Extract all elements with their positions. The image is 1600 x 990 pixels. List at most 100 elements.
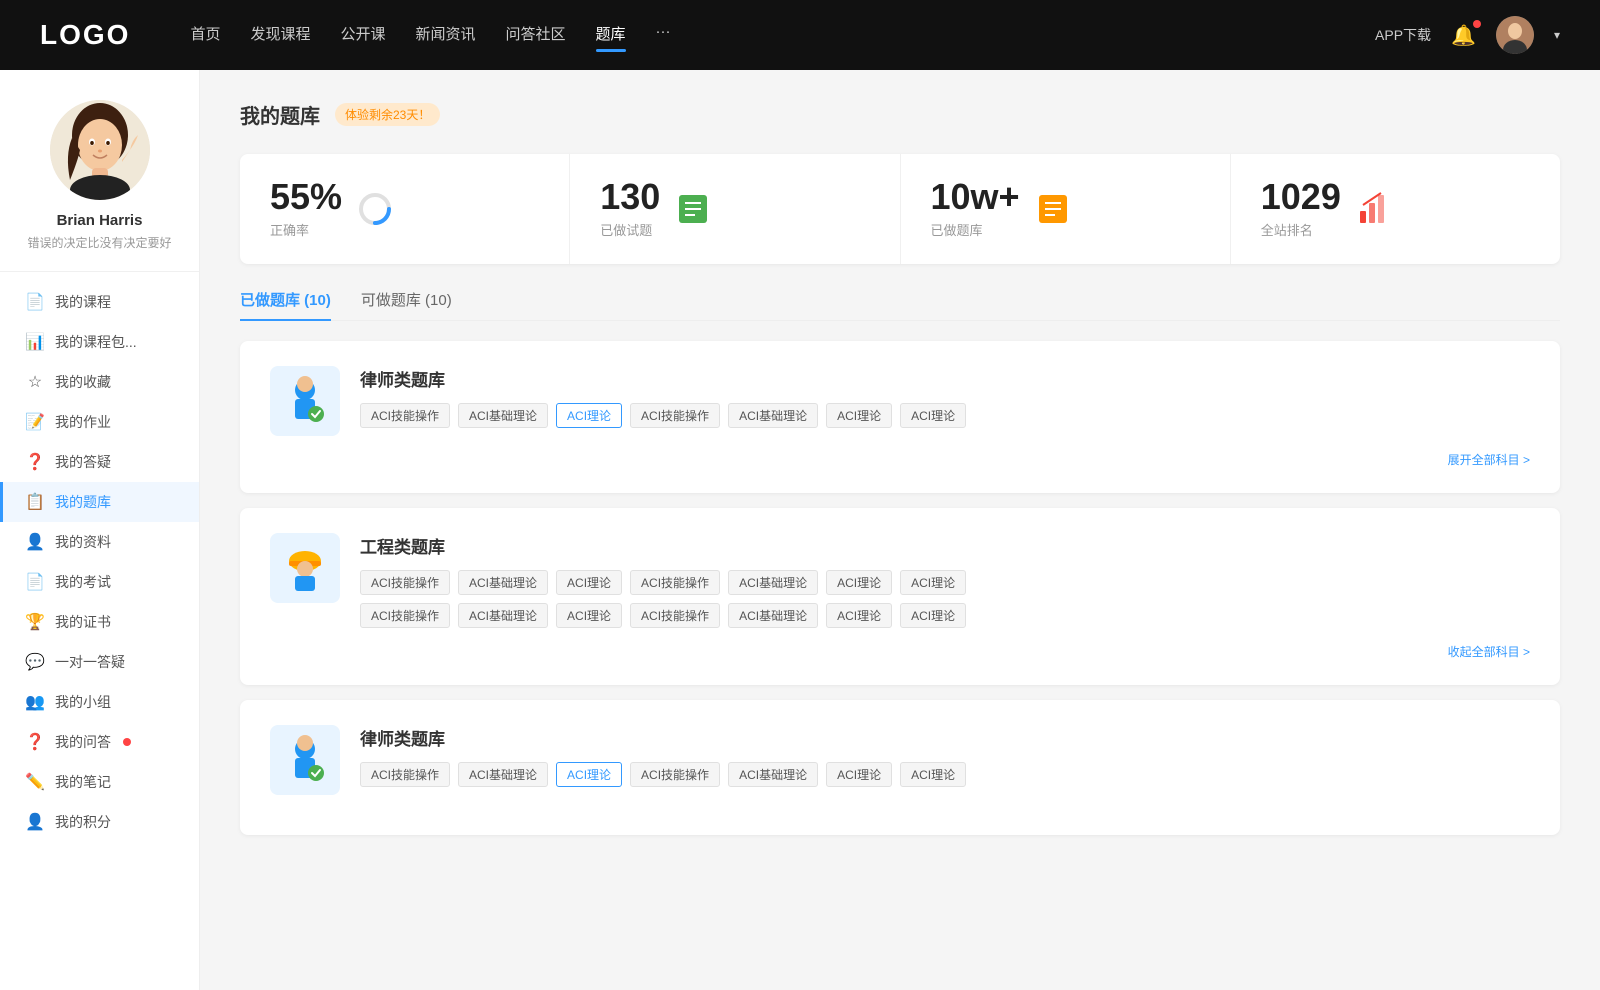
homework-icon: 📝: [25, 412, 45, 432]
page-title: 我的题库: [240, 100, 320, 129]
qb-tag[interactable]: ACI理论: [826, 403, 892, 428]
avatar-dropdown-arrow[interactable]: ▾: [1554, 28, 1560, 42]
qb-card-3: 律师类题库 ACI技能操作 ACI基础理论 ACI理论 ACI技能操作 ACI基…: [240, 700, 1560, 835]
qb-tag-active[interactable]: ACI理论: [556, 403, 622, 428]
qb-tag[interactable]: ACI技能操作: [360, 762, 450, 787]
nav-link-quiz[interactable]: 题库: [596, 23, 626, 48]
nav-logo: LOGO: [40, 19, 130, 51]
qb-tags-2-row1: ACI技能操作 ACI基础理论 ACI理论 ACI技能操作 ACI基础理论 AC…: [360, 570, 1530, 595]
trial-badge: 体验剩余23天！: [335, 103, 440, 126]
sidebar-item-quiz-bank[interactable]: 📋 我的题库: [0, 482, 199, 522]
sidebar-item-notes[interactable]: ✏️ 我的笔记: [0, 762, 199, 802]
qb-tag[interactable]: ACI理论: [900, 762, 966, 787]
page-header: 我的题库 体验剩余23天！: [240, 100, 1560, 129]
collapse-button-2[interactable]: 收起全部科目 >: [270, 643, 1530, 660]
user-avatar[interactable]: [1496, 16, 1534, 54]
sidebar-item-label: 我的考试: [55, 572, 111, 592]
stat-banks-done: 10w+ 已做题库: [901, 154, 1231, 264]
nav-link-news[interactable]: 新闻资讯: [416, 23, 476, 48]
stat-banks-label: 已做题库: [931, 220, 1020, 239]
qb-tag[interactable]: ACI理论: [900, 403, 966, 428]
sidebar-item-label: 我的笔记: [55, 772, 111, 792]
qb-tag[interactable]: ACI技能操作: [630, 762, 720, 787]
qb-name-2: 工程类题库: [360, 533, 1530, 558]
qb-tag[interactable]: ACI理论: [900, 603, 966, 628]
nav-link-more[interactable]: ···: [656, 23, 671, 48]
qb-tag[interactable]: ACI技能操作: [360, 403, 450, 428]
stat-accuracy: 55% 正确率: [240, 154, 570, 264]
course-package-icon: 📊: [25, 332, 45, 352]
bell-icon: 🔔: [1451, 25, 1476, 47]
sidebar-item-group[interactable]: 👥 我的小组: [0, 682, 199, 722]
qb-card-1: 律师类题库 ACI技能操作 ACI基础理论 ACI理论 ACI技能操作 ACI基…: [240, 341, 1560, 493]
qb-tag[interactable]: ACI基础理论: [458, 603, 548, 628]
qa-icon: ❓: [25, 452, 45, 472]
sidebar-item-label: 我的问答: [55, 732, 111, 752]
sidebar-item-profile[interactable]: 👤 我的资料: [0, 522, 199, 562]
qb-tag[interactable]: ACI理论: [826, 603, 892, 628]
nav-link-opencourse[interactable]: 公开课: [340, 23, 385, 48]
sidebar-item-points[interactable]: 👤 我的积分: [0, 802, 199, 842]
sidebar-item-course-package[interactable]: 📊 我的课程包...: [0, 322, 199, 362]
qb-tag[interactable]: ACI技能操作: [630, 403, 720, 428]
points-icon: 👤: [25, 812, 45, 832]
sidebar-avatar: [50, 100, 150, 200]
qb-icon-engineer: [270, 533, 340, 603]
expand-button-1[interactable]: 展开全部科目 >: [270, 451, 1530, 468]
notification-bell[interactable]: 🔔: [1451, 23, 1476, 48]
tutor-icon: 💬: [25, 652, 45, 672]
qb-tag[interactable]: ACI理论: [826, 762, 892, 787]
qb-tag[interactable]: ACI理论: [556, 603, 622, 628]
qb-tag[interactable]: ACI技能操作: [360, 603, 450, 628]
sidebar-username: Brian Harris: [57, 212, 143, 229]
qb-tag[interactable]: ACI基础理论: [728, 762, 818, 787]
sidebar-menu: 📄 我的课程 📊 我的课程包... ☆ 我的收藏 📝 我的作业 ❓ 我的答疑 📋: [0, 282, 199, 842]
qb-tag[interactable]: ACI基础理论: [458, 570, 548, 595]
sidebar-item-my-course[interactable]: 📄 我的课程: [0, 282, 199, 322]
nav-link-discover[interactable]: 发现课程: [250, 23, 310, 48]
qa-notification-dot: [123, 738, 131, 746]
stat-accuracy-label: 正确率: [270, 220, 342, 239]
qb-tag[interactable]: ACI技能操作: [360, 570, 450, 595]
qb-tag[interactable]: ACI基础理论: [728, 403, 818, 428]
stat-questions-value: 130: [600, 179, 660, 215]
qb-tag[interactable]: ACI基础理论: [728, 570, 818, 595]
sidebar-item-qa[interactable]: ❓ 我的答疑: [0, 442, 199, 482]
qb-icon-lawyer-2: [270, 725, 340, 795]
sidebar-item-tutor[interactable]: 💬 一对一答疑: [0, 642, 199, 682]
app-download-button[interactable]: APP下载: [1375, 25, 1431, 45]
favorites-icon: ☆: [25, 372, 45, 392]
qb-tag[interactable]: ACI理论: [556, 570, 622, 595]
qb-tag[interactable]: ACI理论: [900, 570, 966, 595]
nav-link-home[interactable]: 首页: [190, 23, 220, 48]
stats-grid: 55% 正确率 130 已做试题: [240, 154, 1560, 264]
accuracy-chart-icon: [357, 191, 393, 227]
sidebar-item-exam[interactable]: 📄 我的考试: [0, 562, 199, 602]
qb-tag[interactable]: ACI理论: [826, 570, 892, 595]
qb-tag[interactable]: ACI技能操作: [630, 570, 720, 595]
qb-tag[interactable]: ACI技能操作: [630, 603, 720, 628]
nav-right: APP下载 🔔 ▾: [1375, 16, 1560, 54]
sidebar-item-homework[interactable]: 📝 我的作业: [0, 402, 199, 442]
qb-name-1: 律师类题库: [360, 366, 1530, 391]
sidebar-item-label: 我的收藏: [55, 372, 111, 392]
sidebar-item-label: 我的课程包...: [55, 332, 137, 352]
questions-icon: [675, 191, 711, 227]
qb-card-2: 工程类题库 ACI技能操作 ACI基础理论 ACI理论 ACI技能操作 ACI基…: [240, 508, 1560, 685]
tab-done[interactable]: 已做题库 (10): [240, 289, 331, 320]
stat-banks-value: 10w+: [931, 179, 1020, 215]
qb-tag[interactable]: ACI基础理论: [458, 403, 548, 428]
sidebar-item-my-qa[interactable]: ❓ 我的问答: [0, 722, 199, 762]
qb-tag[interactable]: ACI基础理论: [458, 762, 548, 787]
sidebar-motto: 错误的决定比没有决定要好: [27, 234, 171, 251]
qb-tag-active[interactable]: ACI理论: [556, 762, 622, 787]
notification-badge: [1473, 20, 1481, 28]
sidebar-item-certificate[interactable]: 🏆 我的证书: [0, 602, 199, 642]
stat-accuracy-value: 55%: [270, 179, 342, 215]
my-course-icon: 📄: [25, 292, 45, 312]
qb-tag[interactable]: ACI基础理论: [728, 603, 818, 628]
sidebar-item-favorites[interactable]: ☆ 我的收藏: [0, 362, 199, 402]
sidebar-item-label: 我的答疑: [55, 452, 111, 472]
nav-link-qa[interactable]: 问答社区: [506, 23, 566, 48]
tab-available[interactable]: 可做题库 (10): [361, 289, 452, 320]
